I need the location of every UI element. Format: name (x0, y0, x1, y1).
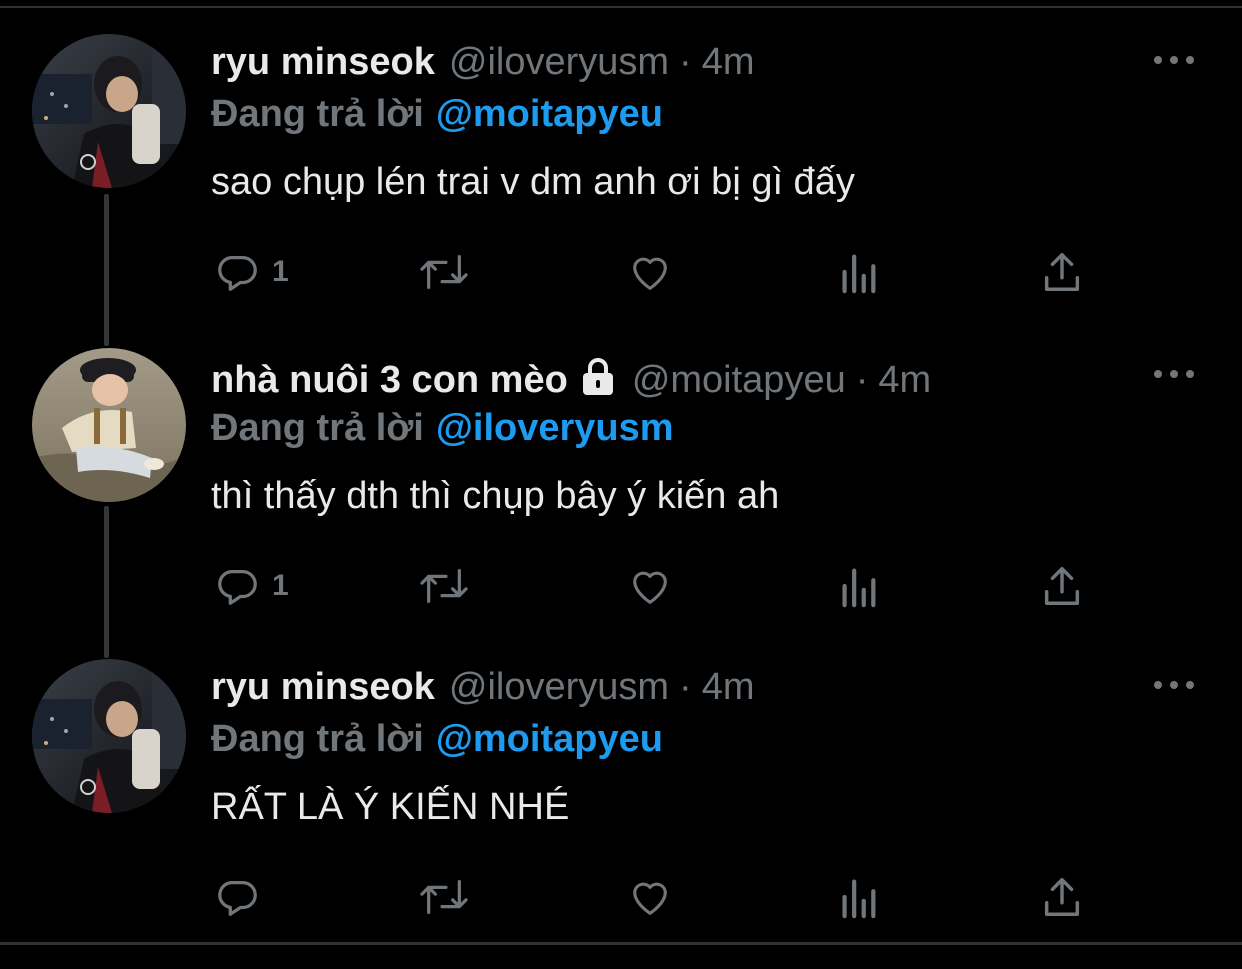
tweet-text: thì thấy dth thì chụp bây ý kiến ah (211, 475, 780, 517)
tweet-actions (214, 873, 1094, 921)
tweet-actions: 1 (214, 248, 1094, 296)
handle[interactable]: @moitapyeu (632, 358, 846, 402)
tweet[interactable]: ryu minseok @iloveryusm · 4m Đang trả lờ… (0, 655, 1242, 967)
retweet-button[interactable] (416, 248, 472, 296)
share-icon (1040, 563, 1084, 609)
reply-icon (214, 249, 260, 295)
tweet[interactable]: nhà nuôi 3 con mèo @moitapyeu · 4m Đang … (0, 344, 1242, 656)
retweet-button[interactable] (416, 562, 472, 610)
retweet-button[interactable] (416, 873, 472, 921)
like-icon (626, 249, 674, 295)
like-icon (626, 563, 674, 609)
replying-to-label: Đang trả lời (211, 407, 424, 449)
replying-to: Đang trả lời @iloveryusm (211, 406, 674, 450)
top-divider (0, 6, 1242, 8)
share-icon (1040, 249, 1084, 295)
tweet-header: ryu minseok @iloveryusm · 4m (211, 40, 755, 84)
bottom-divider (0, 942, 1242, 945)
separator-dot: · (679, 666, 692, 708)
like-button[interactable] (626, 562, 674, 610)
reply-count: 1 (272, 255, 289, 288)
display-name[interactable]: nhà nuôi 3 con mèo (211, 358, 568, 402)
reply-button[interactable]: 1 (214, 562, 289, 610)
like-button[interactable] (626, 248, 674, 296)
lock-icon (578, 358, 618, 396)
reply-icon (214, 563, 260, 609)
views-icon (836, 249, 880, 295)
replying-to-mention[interactable]: @iloveryusm (436, 407, 674, 449)
reply-count: 1 (272, 569, 289, 602)
retweet-icon (416, 249, 472, 295)
like-icon (626, 874, 674, 920)
replying-to: Đang trả lời @moitapyeu (211, 92, 663, 136)
replying-to-label: Đang trả lời (211, 718, 424, 760)
separator-dot: · (679, 41, 692, 83)
views-icon (836, 563, 880, 609)
share-button[interactable] (1040, 873, 1084, 921)
handle[interactable]: @iloveryusm (449, 40, 669, 84)
tweet-header: nhà nuôi 3 con mèo @moitapyeu · 4m (211, 354, 931, 401)
tweet-text: sao chụp lén trai v dm anh ơi bị gì đấy (211, 161, 855, 203)
tweet-text: RẤT LÀ Ý KIẾN NHÉ (211, 786, 570, 828)
avatar[interactable] (32, 348, 186, 502)
replying-to-mention[interactable]: @moitapyeu (436, 93, 663, 135)
tweet-actions: 1 (214, 562, 1094, 610)
more-options-icon[interactable] (1152, 673, 1196, 697)
reply-button[interactable] (214, 873, 272, 921)
share-button[interactable] (1040, 248, 1084, 296)
reply-icon (214, 874, 260, 920)
timestamp[interactable]: 4m (878, 358, 931, 402)
reply-button[interactable]: 1 (214, 248, 289, 296)
timestamp[interactable]: 4m (702, 40, 755, 84)
handle[interactable]: @iloveryusm (449, 665, 669, 709)
tweet[interactable]: ryu minseok @iloveryusm · 4m Đang trả lờ… (0, 30, 1242, 342)
views-button[interactable] (836, 873, 880, 921)
avatar[interactable] (32, 34, 186, 188)
views-button[interactable] (836, 248, 880, 296)
like-button[interactable] (626, 873, 674, 921)
more-options-icon[interactable] (1152, 362, 1196, 386)
avatar[interactable] (32, 659, 186, 813)
retweet-icon (416, 874, 472, 920)
more-options-icon[interactable] (1152, 48, 1196, 72)
replying-to: Đang trả lời @moitapyeu (211, 717, 663, 761)
tweet-header: ryu minseok @iloveryusm · 4m (211, 665, 755, 709)
replying-to-label: Đang trả lời (211, 93, 424, 135)
share-icon (1040, 874, 1084, 920)
display-name[interactable]: ryu minseok (211, 665, 435, 709)
replying-to-mention[interactable]: @moitapyeu (436, 718, 663, 760)
timestamp[interactable]: 4m (702, 665, 755, 709)
display-name[interactable]: ryu minseok (211, 40, 435, 84)
share-button[interactable] (1040, 562, 1084, 610)
retweet-icon (416, 563, 472, 609)
views-button[interactable] (836, 562, 880, 610)
views-icon (836, 874, 880, 920)
separator-dot: · (855, 359, 869, 401)
